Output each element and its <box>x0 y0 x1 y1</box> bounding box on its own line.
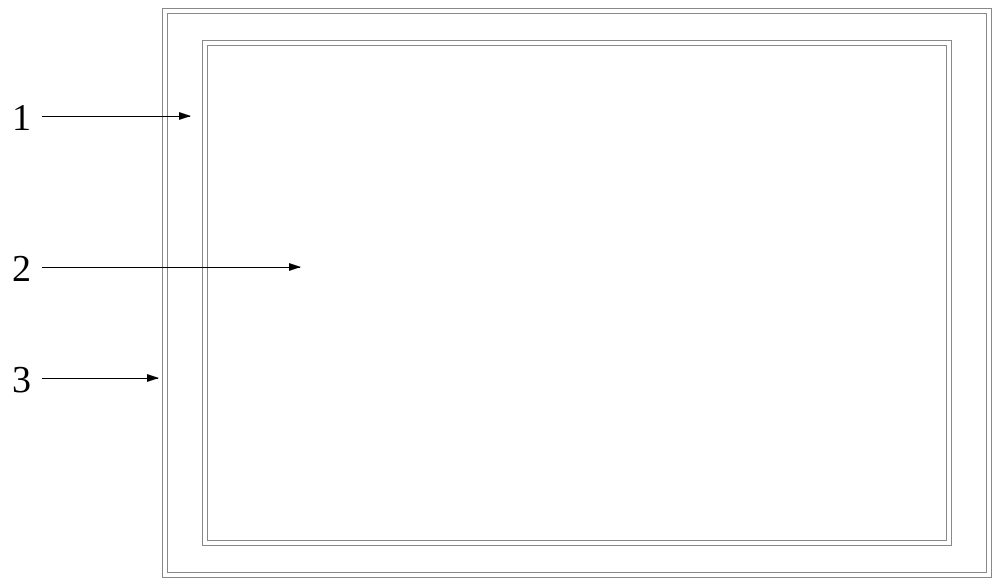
callout-arrow-1 <box>42 116 190 117</box>
callout-arrow-3 <box>42 378 158 379</box>
callout-label-3: 3 <box>12 358 31 402</box>
inner-rectangle-inner-border <box>207 45 947 541</box>
callout-arrow-2 <box>42 267 300 268</box>
callout-label-1: 1 <box>12 96 31 140</box>
inner-rectangle <box>202 40 952 546</box>
callout-label-2: 2 <box>12 247 31 291</box>
